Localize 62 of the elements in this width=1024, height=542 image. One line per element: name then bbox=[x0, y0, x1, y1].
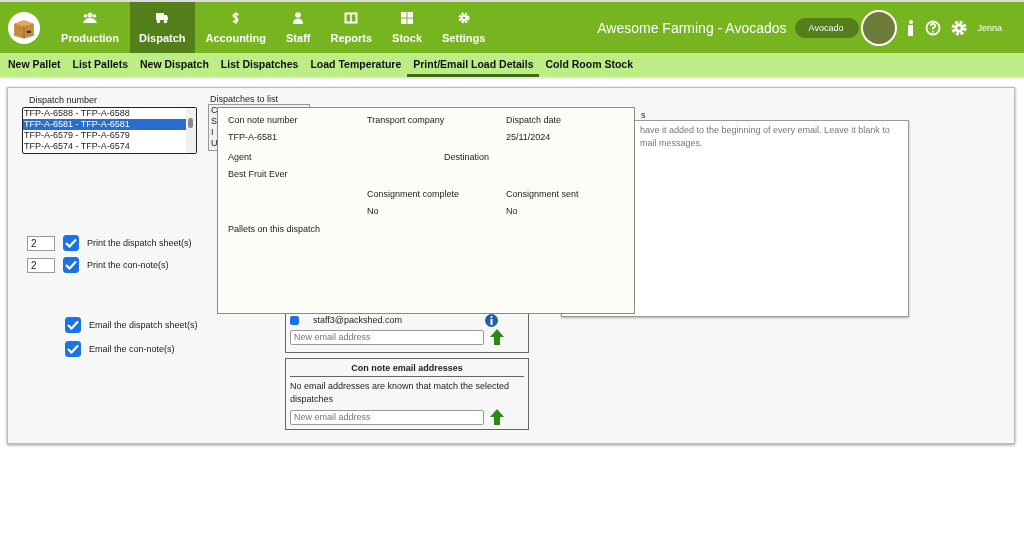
pallets-label: Pallets on this dispatch bbox=[228, 224, 322, 234]
checkbox-label: Print the con-note(s) bbox=[87, 260, 169, 270]
field-label: Agent bbox=[228, 152, 253, 162]
checkbox[interactable] bbox=[65, 317, 81, 333]
subnav-tab[interactable]: List Dispatches bbox=[214, 53, 305, 77]
nav-tab[interactable]: Dispatch bbox=[130, 2, 195, 53]
up-arrow-icon[interactable] bbox=[490, 329, 504, 345]
box-logo[interactable] bbox=[8, 11, 40, 44]
up-arrow-icon[interactable] bbox=[490, 409, 504, 425]
grid-icon bbox=[400, 11, 415, 24]
subnav-tab[interactable]: New Pallet bbox=[2, 53, 67, 77]
new-email-field[interactable]: New email address bbox=[290, 329, 484, 345]
field-label: Destination bbox=[444, 152, 489, 162]
field-label: Con note number bbox=[228, 115, 299, 125]
dispatch-option[interactable]: TFP-A-6579 - TFP-A-6579 bbox=[23, 130, 186, 141]
columns-icon bbox=[344, 11, 359, 24]
field-label: Consignment complete bbox=[367, 189, 461, 199]
farm-title: Awesome Farming - Avocados bbox=[597, 19, 787, 36]
checkbox[interactable] bbox=[63, 235, 79, 251]
email-checkbox[interactable] bbox=[290, 315, 299, 325]
subnav-tab[interactable]: New Dispatch bbox=[134, 53, 215, 77]
email-address: staff3@packshed.com bbox=[313, 315, 403, 325]
help-icon[interactable] bbox=[925, 19, 942, 36]
field-value: 25/11/2024 bbox=[506, 132, 552, 142]
checkbox-label: Email the con-note(s) bbox=[89, 344, 175, 354]
checkbox[interactable] bbox=[65, 341, 81, 357]
dispatch-option[interactable]: TFP-A-6588 - TFP-A-6588 bbox=[23, 108, 186, 119]
photo-placeholder bbox=[861, 9, 898, 46]
field-value: No bbox=[367, 206, 380, 216]
message-label: s bbox=[641, 110, 647, 120]
field-value: TFP-A-6581 bbox=[228, 132, 279, 142]
subnav-tab[interactable]: Cold Room Stock bbox=[539, 53, 639, 77]
crop-selector[interactable]: Avocado bbox=[794, 17, 860, 38]
checkbox-label: Print the dispatch sheet(s) bbox=[87, 238, 192, 248]
field-label: Dispatch date bbox=[506, 115, 563, 125]
info-icon[interactable] bbox=[485, 313, 498, 327]
dispatch-option[interactable]: TFP-A-6581 - TFP-A-6581 bbox=[23, 119, 186, 130]
copies-field[interactable]: 2 bbox=[27, 235, 55, 251]
dispatch-number-label: Dispatch number bbox=[29, 95, 99, 105]
field-label: Transport company bbox=[367, 115, 446, 125]
scrollbar[interactable] bbox=[186, 108, 196, 153]
field-value: Best Fruit Ever bbox=[228, 169, 289, 179]
new-email-field[interactable]: New email address bbox=[290, 409, 484, 425]
dispatch-listbox[interactable]: TFP-A-6588 - TFP-A-6588 TFP-A-6581 - TFP-A-6581 TFP-A-6579 - TFP-A-6579 TFP-A-6574 - TFP-A-6574 bbox=[22, 107, 197, 154]
no-addresses-message: No email addresses are known that match the selected dispatches bbox=[290, 380, 511, 406]
placeholder-text: mail messages. bbox=[640, 137, 704, 150]
settings-icon bbox=[456, 11, 471, 24]
subnav-tab[interactable]: Print/Email Load Details bbox=[407, 53, 540, 77]
people-icon bbox=[83, 11, 98, 24]
placeholder-text: have it added to the beginning of every email. Leave it blank to bbox=[640, 124, 891, 137]
checkbox[interactable] bbox=[63, 257, 79, 273]
panel-title: Con note email addresses bbox=[290, 361, 524, 377]
person-icon bbox=[291, 11, 306, 24]
checkbox-label: Email the dispatch sheet(s) bbox=[89, 320, 198, 330]
truck-icon bbox=[155, 11, 170, 24]
dispatch-option[interactable]: TFP-A-6574 - TFP-A-6574 bbox=[23, 141, 186, 152]
subnav-tab[interactable]: List Pallets bbox=[66, 53, 134, 77]
settings-icon[interactable] bbox=[951, 19, 968, 36]
copies-field[interactable]: 2 bbox=[27, 257, 55, 273]
dispatches-to-list-label: Dispatches to list bbox=[210, 94, 280, 104]
field-value: No bbox=[506, 206, 519, 216]
subnav-tab[interactable]: Load Temperature bbox=[304, 53, 408, 77]
